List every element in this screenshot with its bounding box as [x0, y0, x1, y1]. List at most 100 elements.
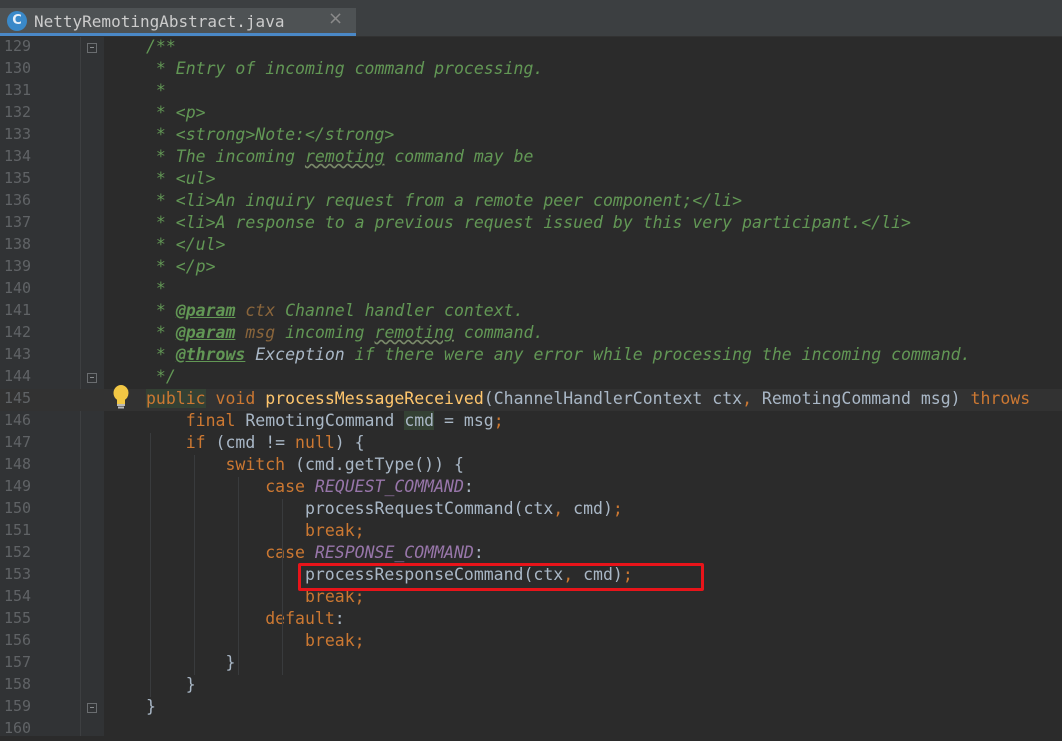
- code-text[interactable]: }: [146, 697, 156, 719]
- code-text[interactable]: default:: [146, 609, 344, 631]
- code-text[interactable]: *: [146, 81, 166, 103]
- line-number[interactable]: 140: [4, 279, 40, 301]
- line-number[interactable]: 151: [4, 521, 40, 543]
- code-text[interactable]: }: [146, 675, 196, 697]
- code-line[interactable]: 138 * </ul>: [0, 235, 1062, 257]
- line-number[interactable]: 159: [4, 697, 40, 719]
- line-number[interactable]: 147: [4, 433, 40, 455]
- code-text[interactable]: */: [146, 367, 176, 389]
- java-class-icon: C: [7, 11, 27, 31]
- line-number[interactable]: 160: [4, 719, 40, 741]
- code-line[interactable]: 137 * <li>A response to a previous reque…: [0, 213, 1062, 235]
- code-line[interactable]: 158 }: [0, 675, 1062, 697]
- line-number[interactable]: 150: [4, 499, 40, 521]
- code-text[interactable]: final RemotingCommand cmd = msg;: [146, 411, 504, 433]
- line-number[interactable]: 132: [4, 103, 40, 125]
- line-number[interactable]: 139: [4, 257, 40, 279]
- line-number[interactable]: 153: [4, 565, 40, 587]
- line-number[interactable]: 155: [4, 609, 40, 631]
- code-text[interactable]: }: [146, 653, 235, 675]
- fold-marker-icon[interactable]: [87, 43, 97, 53]
- lightbulb-icon[interactable]: [110, 384, 132, 410]
- code-line[interactable]: 139 * </p>: [0, 257, 1062, 279]
- code-text[interactable]: public void processMessageReceived(Chann…: [146, 389, 1030, 411]
- line-number[interactable]: 135: [4, 169, 40, 191]
- code-line[interactable]: 134 * The incoming remoting command may …: [0, 147, 1062, 169]
- line-number[interactable]: 141: [4, 301, 40, 323]
- code-text[interactable]: * <li>A response to a previous request i…: [146, 213, 911, 235]
- code-text[interactable]: break;: [146, 521, 365, 543]
- code-text[interactable]: case RESPONSE_COMMAND:: [146, 543, 484, 565]
- code-line[interactable]: 157 }: [0, 653, 1062, 675]
- code-line[interactable]: 133 * <strong>Note:</strong>: [0, 125, 1062, 147]
- code-text[interactable]: * <ul>: [146, 169, 216, 191]
- code-text[interactable]: * @throws Exception if there were any er…: [146, 345, 971, 367]
- code-text[interactable]: * @param ctx Channel handler context.: [146, 301, 524, 323]
- code-line[interactable]: 135 * <ul>: [0, 169, 1062, 191]
- code-line[interactable]: 129 /**: [0, 37, 1062, 59]
- line-number[interactable]: 158: [4, 675, 40, 697]
- line-number[interactable]: 134: [4, 147, 40, 169]
- editor-tab-bar: C NettyRemotingAbstract.java ×: [0, 0, 1062, 37]
- line-number[interactable]: 130: [4, 59, 40, 81]
- code-line[interactable]: 130 * Entry of incoming command processi…: [0, 59, 1062, 81]
- code-line[interactable]: 131 *: [0, 81, 1062, 103]
- code-line[interactable]: 150 processRequestCommand(ctx, cmd);: [0, 499, 1062, 521]
- code-text[interactable]: /**: [146, 37, 176, 59]
- code-line[interactable]: 143 * @throws Exception if there were an…: [0, 345, 1062, 367]
- code-text[interactable]: * </ul>: [146, 235, 226, 257]
- code-line[interactable]: 156 break;: [0, 631, 1062, 653]
- code-line[interactable]: 142 * @param msg incoming remoting comma…: [0, 323, 1062, 345]
- fold-marker-icon[interactable]: [87, 373, 97, 383]
- line-number[interactable]: 157: [4, 653, 40, 675]
- line-number[interactable]: 131: [4, 81, 40, 103]
- line-number[interactable]: 145: [4, 389, 40, 411]
- editor-tab[interactable]: C NettyRemotingAbstract.java ×: [0, 8, 356, 36]
- code-line[interactable]: 140 *: [0, 279, 1062, 301]
- code-line[interactable]: 152 case RESPONSE_COMMAND:: [0, 543, 1062, 565]
- line-number[interactable]: 133: [4, 125, 40, 147]
- code-line[interactable]: 144 */: [0, 367, 1062, 389]
- code-text[interactable]: *: [146, 279, 166, 301]
- code-text[interactable]: * <p>: [146, 103, 206, 125]
- code-text[interactable]: case REQUEST_COMMAND:: [146, 477, 474, 499]
- fold-marker-icon[interactable]: [87, 703, 97, 713]
- line-number[interactable]: 146: [4, 411, 40, 433]
- code-line[interactable]: 155 default:: [0, 609, 1062, 631]
- code-line[interactable]: 147 if (cmd != null) {: [0, 433, 1062, 455]
- line-number[interactable]: 138: [4, 235, 40, 257]
- code-line[interactable]: 146 final RemotingCommand cmd = msg;: [0, 411, 1062, 433]
- code-text[interactable]: processRequestCommand(ctx, cmd);: [146, 499, 623, 521]
- line-number[interactable]: 144: [4, 367, 40, 389]
- line-number[interactable]: 148: [4, 455, 40, 477]
- code-line[interactable]: 159}: [0, 697, 1062, 719]
- line-number[interactable]: 142: [4, 323, 40, 345]
- code-text[interactable]: if (cmd != null) {: [146, 433, 365, 455]
- line-number[interactable]: 136: [4, 191, 40, 213]
- code-text[interactable]: * <li>An inquiry request from a remote p…: [146, 191, 742, 213]
- code-line[interactable]: 145 public void processMessageReceived(Ch…: [0, 389, 1062, 411]
- code-line[interactable]: 136 * <li>An inquiry request from a remo…: [0, 191, 1062, 213]
- code-line[interactable]: 151 break;: [0, 521, 1062, 543]
- code-text[interactable]: * Entry of incoming command processing.: [146, 59, 543, 81]
- code-line[interactable]: 141 * @param ctx Channel handler context…: [0, 301, 1062, 323]
- line-number[interactable]: 149: [4, 477, 40, 499]
- code-text[interactable]: * The incoming remoting command may be: [146, 147, 534, 169]
- tab-filename: NettyRemotingAbstract.java: [34, 12, 285, 31]
- code-text[interactable]: * </p>: [146, 257, 216, 279]
- code-line[interactable]: 148 switch (cmd.getType()) {: [0, 455, 1062, 477]
- code-text[interactable]: * @param msg incoming remoting command.: [146, 323, 543, 345]
- code-text[interactable]: break;: [146, 631, 365, 653]
- close-icon[interactable]: ×: [328, 8, 343, 29]
- line-number[interactable]: 152: [4, 543, 40, 565]
- line-number[interactable]: 129: [4, 37, 40, 59]
- line-number[interactable]: 156: [4, 631, 40, 653]
- line-number[interactable]: 154: [4, 587, 40, 609]
- line-number[interactable]: 143: [4, 345, 40, 367]
- code-line[interactable]: 160: [0, 719, 1062, 741]
- code-line[interactable]: 132 * <p>: [0, 103, 1062, 125]
- code-editor[interactable]: 129/** 130 * Entry of incoming command pr…: [0, 37, 1062, 737]
- line-number[interactable]: 137: [4, 213, 40, 235]
- code-line[interactable]: 149 case REQUEST_COMMAND:: [0, 477, 1062, 499]
- code-text[interactable]: * <strong>Note:</strong>: [146, 125, 394, 147]
